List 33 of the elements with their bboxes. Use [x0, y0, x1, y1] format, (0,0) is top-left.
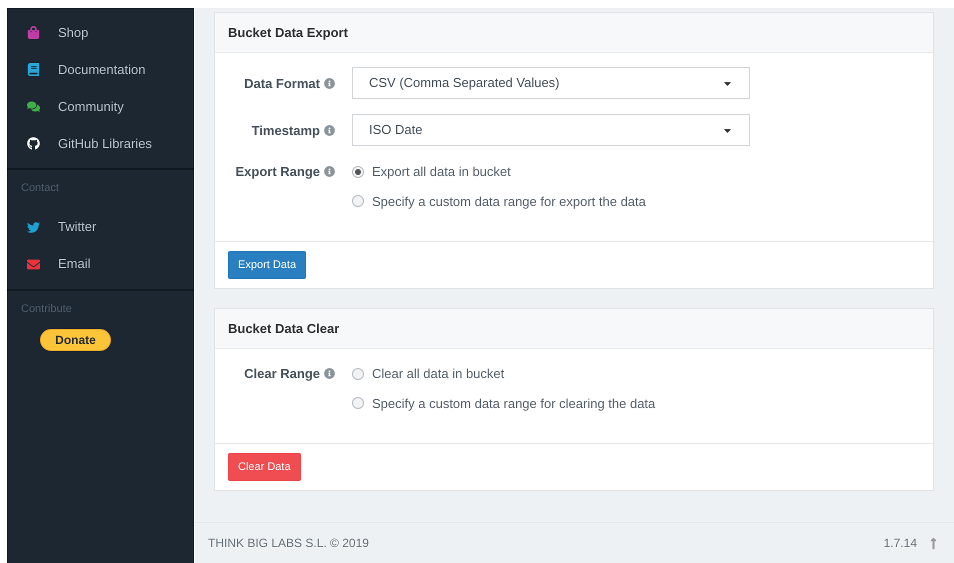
sidebar-item[interactable]: Documentation [7, 51, 194, 88]
sidebar-item[interactable]: Shop [7, 14, 194, 51]
action-button[interactable]: Export Data [228, 251, 306, 279]
field-label: Clear Range [244, 365, 320, 383]
info-icon[interactable] [324, 125, 335, 136]
radio-button[interactable] [352, 166, 364, 178]
copyright-text: THINK BIG LABS S.L. © 2019 [208, 535, 369, 552]
section-heading: Contact [20, 181, 60, 196]
select-field[interactable]: CSV (Comma Separated Values) [352, 67, 750, 99]
sidebar-item[interactable]: GitHub Libraries [7, 125, 194, 162]
radio-label: Clear all data in bucket [372, 365, 504, 383]
sidebar-item[interactable]: Email [7, 246, 194, 282]
card-header: Bucket Data Clear [215, 309, 933, 349]
info-icon[interactable] [324, 166, 335, 178]
field-label: Timestamp [252, 122, 320, 140]
radio-button[interactable] [352, 368, 364, 380]
field-label: Data Format [244, 74, 320, 93]
radio-button[interactable] [352, 397, 364, 410]
version-text: 1.7.14 [884, 535, 917, 552]
radio-button[interactable] [352, 195, 364, 208]
card-header: Bucket Data Export [215, 13, 933, 53]
donate-button[interactable]: Donate [40, 329, 111, 351]
info-icon[interactable] [324, 78, 335, 89]
sidebar-item[interactable]: Twitter [7, 208, 194, 246]
radio-label: Specify a custom data range for clearing the data [372, 394, 656, 413]
select-field[interactable]: ISO Date [352, 114, 750, 146]
section-heading: Contribute [20, 302, 73, 316]
field-label: Export Range [235, 163, 320, 181]
info-icon[interactable] [324, 368, 335, 380]
action-button[interactable]: Clear Data [228, 453, 301, 481]
radio-label: Specify a custom data range for export the data [372, 192, 646, 211]
sidebar-item[interactable]: Community [7, 88, 194, 125]
radio-label: Export all data in bucket [372, 163, 511, 181]
